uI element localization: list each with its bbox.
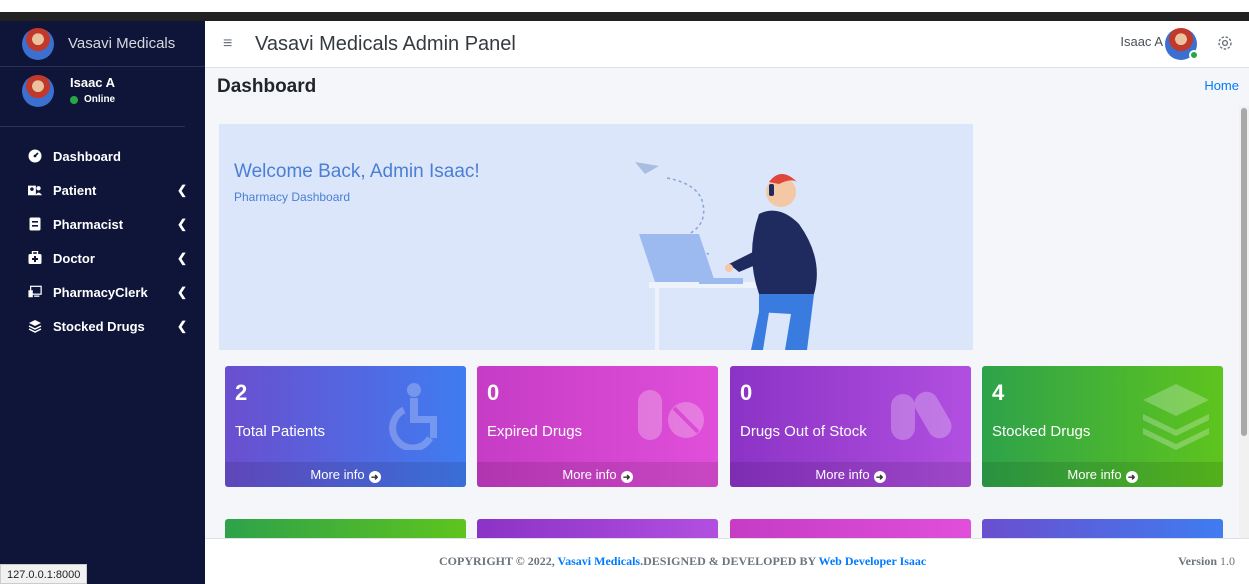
id-badge-icon xyxy=(28,217,42,231)
brand-logo xyxy=(22,27,54,60)
status-bar-url: 127.0.0.1:8000 xyxy=(0,564,88,584)
sidebar-item-label: Pharmacist xyxy=(53,216,124,232)
header-user-name[interactable]: Isaac A xyxy=(1120,34,1163,49)
arrow-circle-right-icon: ➜ xyxy=(620,471,633,483)
breadcrumb-home[interactable]: Home xyxy=(1204,78,1239,93)
stat-label: Expired Drugs xyxy=(487,423,583,440)
sidebar-item-label: Stocked Drugs xyxy=(53,318,145,334)
welcome-subtitle: Pharmacy Dashboard xyxy=(234,190,351,204)
stat-box-expired-drugs: 0 Expired Drugs More info ➜ xyxy=(477,366,718,487)
footer: COPYRIGHT © 2022, Vasavi Medicals.DESIGN… xyxy=(205,538,1249,584)
more-info-label: More info xyxy=(310,467,365,482)
stat-value: 0 xyxy=(487,380,500,405)
chevron-left-icon: ❮ xyxy=(176,285,187,299)
content-header: Dashboard Home xyxy=(205,68,1249,106)
brand-link[interactable]: Vasavi Medicals xyxy=(0,21,205,67)
more-info-link[interactable]: More info ➜ xyxy=(225,462,466,487)
developer-link[interactable]: Web Developer Isaac xyxy=(818,554,926,568)
stat-box-total-patients: 2 Total Patients More info ➜ xyxy=(225,366,466,487)
more-info-label: More info xyxy=(815,467,870,482)
designed-by-text: .DESIGNED & DEVELOPED BY xyxy=(640,554,819,568)
sidebar-item-doctor[interactable]: Doctor ❮ xyxy=(0,241,205,275)
stat-box-partial xyxy=(730,519,971,539)
stat-box-partial xyxy=(225,519,466,539)
layers-icon xyxy=(1143,384,1209,450)
sidebar-item-label: Patient xyxy=(53,182,97,198)
stat-box-partial xyxy=(477,519,718,539)
browser-edge xyxy=(0,12,1249,21)
panel-title: Vasavi Medicals Admin Panel xyxy=(255,32,516,55)
stat-label: Drugs Out of Stock xyxy=(740,423,867,440)
chevron-left-icon: ❮ xyxy=(176,251,187,265)
sidebar-item-patient[interactable]: Patient ❮ xyxy=(0,173,205,207)
more-info-link[interactable]: More info ➜ xyxy=(730,462,971,487)
stat-value: 2 xyxy=(235,380,248,405)
brand-name: Vasavi Medicals xyxy=(68,35,176,52)
briefcase-medical-icon xyxy=(28,251,42,265)
capsules-icon xyxy=(891,391,952,440)
sidebar: Vasavi Medicals Isaac A Online Dashboard… xyxy=(0,21,205,584)
gear-icon[interactable] xyxy=(1215,33,1235,53)
sidebar-item-label: Dashboard xyxy=(53,148,121,164)
version-info: Version 1.0 xyxy=(1178,554,1235,569)
version-number: 1.0 xyxy=(1220,554,1235,568)
sidebar-item-dashboard[interactable]: Dashboard xyxy=(0,139,205,173)
stat-value: 4 xyxy=(992,380,1005,405)
copyright-text: COPYRIGHT © 2022, Vasavi Medicals.DESIGN… xyxy=(439,554,926,569)
welcome-banner: Welcome Back, Admin Isaac! Pharmacy Dash… xyxy=(219,124,973,350)
stat-box-stocked-drugs: 4 Stocked Drugs More info ➜ xyxy=(982,366,1223,487)
online-dot-icon xyxy=(70,95,78,104)
user-panel[interactable]: Isaac A Online xyxy=(0,67,185,127)
more-info-label: More info xyxy=(562,467,617,482)
more-info-link[interactable]: More info ➜ xyxy=(477,462,718,487)
arrow-circle-right-icon: ➜ xyxy=(1125,471,1138,483)
sidebar-item-pharmacist[interactable]: Pharmacist ❮ xyxy=(0,207,205,241)
stat-value: 0 xyxy=(740,380,753,405)
desktop-icon xyxy=(28,285,42,299)
page-title: Dashboard xyxy=(217,76,317,97)
sidebar-item-label: PharmacyClerk xyxy=(53,284,148,300)
chevron-left-icon: ❮ xyxy=(176,319,187,333)
scrollbar-thumb[interactable] xyxy=(1241,108,1247,436)
layers-icon xyxy=(28,319,42,333)
online-dot-icon xyxy=(1189,50,1199,60)
arrow-circle-right-icon: ➜ xyxy=(873,471,886,483)
pills-icon xyxy=(638,390,704,440)
copyright-prefix: COPYRIGHT © 2022, xyxy=(439,554,558,568)
avatar xyxy=(22,75,54,107)
window-top-strip xyxy=(0,0,1249,21)
users-icon xyxy=(28,183,42,197)
stat-box-drugs-out-of-stock: 0 Drugs Out of Stock More info ➜ xyxy=(730,366,971,487)
wheelchair-icon xyxy=(389,383,437,450)
scrollbar[interactable] xyxy=(1239,106,1249,538)
hamburger-menu-icon[interactable]: ≡ xyxy=(223,35,237,53)
tachometer-icon xyxy=(28,149,42,163)
more-info-link[interactable]: More info ➜ xyxy=(982,462,1223,487)
chevron-left-icon: ❮ xyxy=(176,183,187,197)
more-info-label: More info xyxy=(1067,467,1122,482)
user-status-text: Online xyxy=(84,94,116,105)
top-navbar: ≡ Vasavi Medicals Admin Panel Isaac A xyxy=(205,21,1249,68)
user-status: Online xyxy=(70,94,115,105)
welcome-title: Welcome Back, Admin Isaac! xyxy=(234,161,480,182)
user-name[interactable]: Isaac A xyxy=(70,75,115,90)
sidebar-item-label: Doctor xyxy=(53,250,95,266)
stat-label: Total Patients xyxy=(235,423,326,440)
company-link[interactable]: Vasavi Medicals xyxy=(558,554,641,568)
arrow-circle-right-icon: ➜ xyxy=(368,471,381,483)
header-avatar[interactable] xyxy=(1165,28,1199,60)
stat-label: Stocked Drugs xyxy=(992,423,1091,440)
chevron-left-icon: ❮ xyxy=(176,217,187,231)
sidebar-item-stocked-drugs[interactable]: Stocked Drugs ❮ xyxy=(0,309,205,343)
sidebar-item-pharmacyclerk[interactable]: PharmacyClerk ❮ xyxy=(0,275,205,309)
person-at-laptop-illustration xyxy=(635,162,817,350)
sidebar-nav: Dashboard Patient ❮ Pharmacist ❮ Doctor … xyxy=(0,139,205,343)
version-label: Version xyxy=(1178,554,1217,568)
stat-box-partial xyxy=(982,519,1223,539)
